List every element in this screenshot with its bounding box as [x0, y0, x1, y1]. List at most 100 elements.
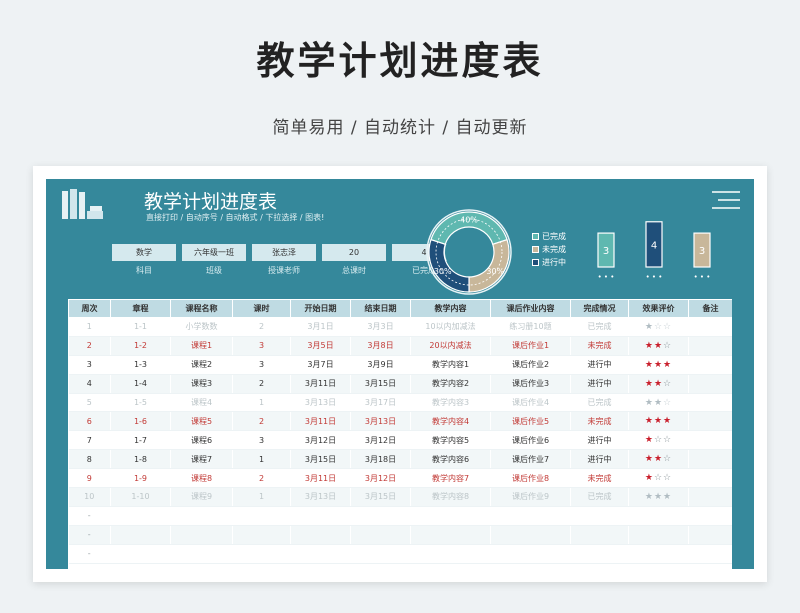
table-cell[interactable]: 3月1日: [290, 317, 351, 337]
table-cell[interactable]: 3月17日: [350, 393, 411, 413]
table-cell[interactable]: 3月12日: [290, 430, 351, 451]
table-cell[interactable]: 未完成: [570, 411, 629, 432]
table-cell[interactable]: 9: [68, 468, 111, 489]
table-cell[interactable]: [688, 544, 732, 564]
table-cell[interactable]: 3月13日: [290, 393, 351, 413]
table-cell[interactable]: 3月18日: [350, 449, 411, 470]
table-cell[interactable]: [688, 317, 732, 337]
table-cell[interactable]: [570, 506, 629, 526]
table-cell[interactable]: [290, 525, 351, 545]
table-cell[interactable]: [350, 525, 411, 545]
table-cell[interactable]: 1: [232, 393, 291, 413]
table-cell[interactable]: 3月15日: [350, 487, 411, 507]
table-cell[interactable]: 5: [68, 393, 111, 413]
table-cell[interactable]: [688, 336, 732, 356]
table-cell[interactable]: 课程7: [170, 449, 233, 470]
table-cell[interactable]: 课后作业6: [490, 430, 571, 451]
table-row[interactable]: 3 1-3 课程2 3 3月7日 3月9日 教学内容1 课后作业2 进行中 ★★★: [68, 355, 732, 375]
rating-cell[interactable]: [628, 525, 689, 545]
table-cell[interactable]: 1: [232, 487, 291, 507]
table-cell[interactable]: 2: [232, 468, 291, 489]
table-cell[interactable]: 课后作业9: [490, 487, 571, 507]
table-cell[interactable]: 进行中: [570, 430, 629, 451]
table-cell[interactable]: 小学数数: [170, 317, 233, 337]
table-cell[interactable]: [290, 544, 351, 564]
table-cell[interactable]: [110, 544, 171, 564]
table-cell[interactable]: 1-4: [110, 374, 171, 394]
table-cell[interactable]: 2: [68, 336, 111, 356]
table-cell[interactable]: 课程2: [170, 355, 233, 375]
info-value[interactable]: 六年级一班: [182, 244, 246, 261]
info-value[interactable]: 20: [322, 244, 386, 261]
table-cell[interactable]: [410, 506, 491, 526]
table-row[interactable]: -: [68, 506, 732, 526]
rating-cell[interactable]: ★★☆: [628, 393, 689, 413]
table-cell[interactable]: [490, 525, 571, 545]
table-row[interactable]: -: [68, 544, 732, 564]
table-cell[interactable]: 1-9: [110, 468, 171, 489]
hamburger-menu-icon[interactable]: [710, 189, 742, 211]
table-cell[interactable]: 课后作业3: [490, 374, 571, 394]
table-cell[interactable]: 3: [232, 430, 291, 451]
table-cell[interactable]: [570, 544, 629, 564]
rating-cell[interactable]: ★★★: [628, 487, 689, 507]
table-cell[interactable]: 练习册10题: [490, 317, 571, 337]
table-cell[interactable]: 课程3: [170, 374, 233, 394]
info-value[interactable]: 数学: [112, 244, 176, 261]
table-cell[interactable]: 已完成: [570, 487, 629, 507]
rating-cell[interactable]: ★★☆: [628, 449, 689, 470]
table-cell[interactable]: 2: [232, 317, 291, 337]
rating-cell[interactable]: ★☆☆: [628, 430, 689, 451]
table-cell[interactable]: 教学内容1: [410, 355, 491, 375]
table-cell[interactable]: 3月12日: [350, 468, 411, 489]
table-cell[interactable]: 进行中: [570, 449, 629, 470]
table-cell[interactable]: 教学内容2: [410, 374, 491, 394]
table-cell[interactable]: -: [68, 506, 111, 526]
table-cell[interactable]: 1-6: [110, 411, 171, 432]
rating-cell[interactable]: [628, 544, 689, 564]
table-cell[interactable]: 1-1: [110, 317, 171, 337]
table-cell[interactable]: 课程4: [170, 393, 233, 413]
table-cell[interactable]: 课后作业2: [490, 355, 571, 375]
rating-cell[interactable]: ★☆☆: [628, 317, 689, 337]
table-cell[interactable]: -: [68, 544, 111, 564]
table-cell[interactable]: 3月15日: [350, 374, 411, 394]
table-cell[interactable]: 课后作业5: [490, 411, 571, 432]
table-cell[interactable]: 教学内容8: [410, 487, 491, 507]
rating-cell[interactable]: ★★★: [628, 411, 689, 432]
table-cell[interactable]: 3月13日: [350, 411, 411, 432]
table-cell[interactable]: 进行中: [570, 355, 629, 375]
table-cell[interactable]: 8: [68, 449, 111, 470]
table-cell[interactable]: 3月7日: [290, 355, 351, 375]
table-cell[interactable]: [688, 374, 732, 394]
rating-cell[interactable]: ★★☆: [628, 336, 689, 356]
table-cell[interactable]: [170, 506, 233, 526]
table-cell[interactable]: [688, 506, 732, 526]
table-cell[interactable]: [688, 525, 732, 545]
table-row[interactable]: 2 1-2 课程1 3 3月5日 3月8日 20以内减法 课后作业1 未完成 ★★☆: [68, 336, 732, 356]
rating-cell[interactable]: [628, 506, 689, 526]
table-cell[interactable]: 课后作业1: [490, 336, 571, 356]
table-cell[interactable]: 1-2: [110, 336, 171, 356]
table-cell[interactable]: [688, 411, 732, 432]
table-cell[interactable]: [688, 449, 732, 470]
table-cell[interactable]: [170, 525, 233, 545]
table-cell[interactable]: 3月11日: [290, 374, 351, 394]
table-cell[interactable]: [110, 525, 171, 545]
table-cell[interactable]: 1-5: [110, 393, 171, 413]
table-cell[interactable]: 3月9日: [350, 355, 411, 375]
table-cell[interactable]: [350, 544, 411, 564]
table-cell[interactable]: 课程5: [170, 411, 233, 432]
table-cell[interactable]: 3月3日: [350, 317, 411, 337]
table-row[interactable]: 8 1-8 课程7 1 3月15日 3月18日 教学内容6 课后作业7 进行中 ★★☆: [68, 449, 732, 470]
table-cell[interactable]: 3月12日: [350, 430, 411, 451]
table-cell[interactable]: [688, 430, 732, 451]
table-cell[interactable]: [170, 544, 233, 564]
table-cell[interactable]: [490, 544, 571, 564]
table-cell[interactable]: 4: [68, 374, 111, 394]
rating-cell[interactable]: ★★★: [628, 355, 689, 375]
table-cell[interactable]: 课后作业8: [490, 468, 571, 489]
table-cell[interactable]: [232, 544, 291, 564]
table-cell[interactable]: 教学内容5: [410, 430, 491, 451]
table-cell[interactable]: 1: [232, 449, 291, 470]
